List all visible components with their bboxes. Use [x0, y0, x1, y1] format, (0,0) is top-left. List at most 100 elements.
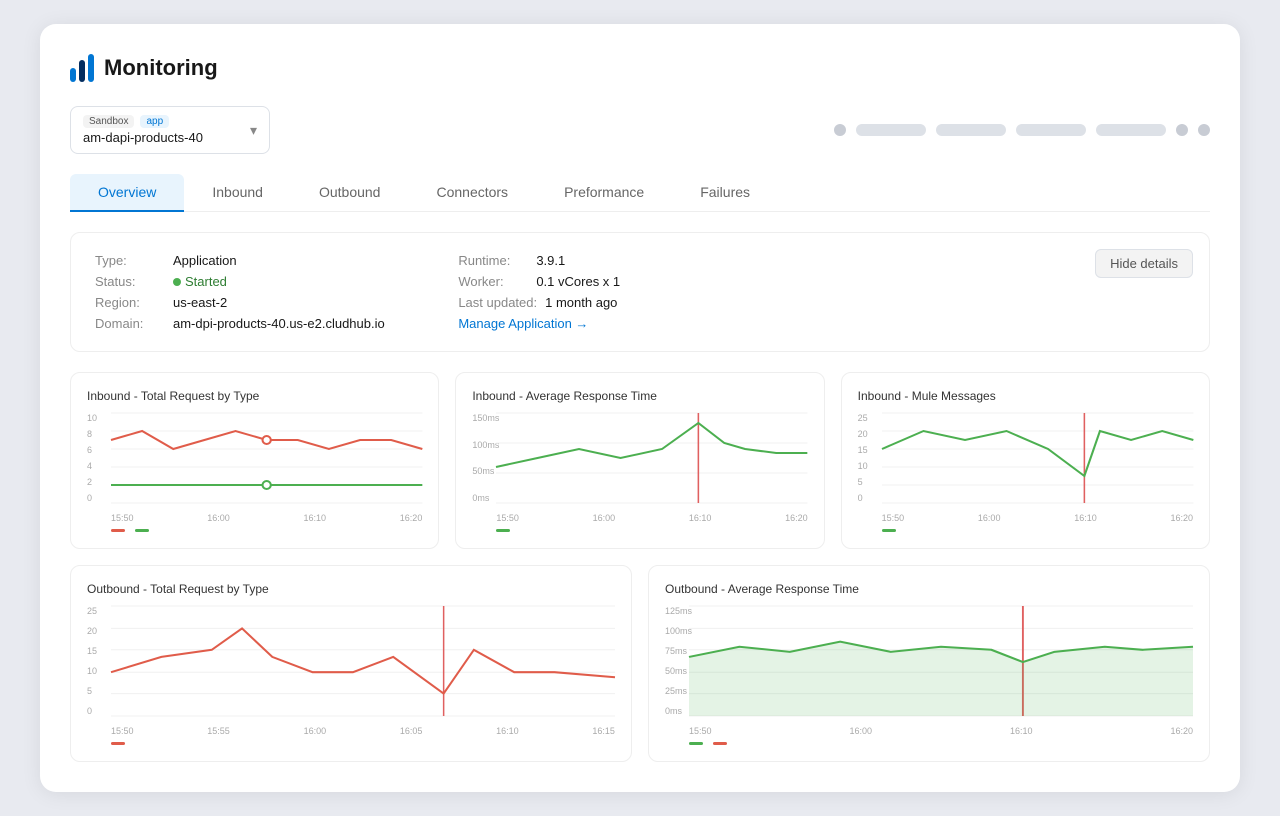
- app-selector-info: Sandbox app am-dapi-products-40: [83, 115, 203, 145]
- chart-inbound-mule-legend: [858, 529, 1193, 532]
- domain-row: Domain: am-dpi-products-40.us-e2.cludhub…: [95, 316, 458, 331]
- lastupdated-row: Last updated: 1 month ago: [458, 295, 821, 310]
- chart-outbound-total-title: Outbound - Total Request by Type: [87, 582, 615, 596]
- tab-inbound[interactable]: Inbound: [184, 174, 291, 212]
- details-card: Type: Application Status: Started Region…: [70, 232, 1210, 352]
- chart-outbound-avg-legend: [665, 742, 1193, 745]
- runtime-value: 3.9.1: [536, 253, 565, 268]
- chart-outbound-avg-y-labels: 125ms100ms75ms50ms25ms0ms: [665, 606, 689, 716]
- chart-inbound-avg-y-labels: 150ms100ms50ms0ms: [472, 413, 496, 503]
- worker-value: 0.1 vCores x 1: [536, 274, 620, 289]
- toolbar-indicator-dot-2: [1176, 124, 1188, 136]
- type-value: Application: [173, 253, 237, 268]
- legend-item-red3: [713, 742, 727, 745]
- sandbox-badge: Sandbox: [83, 115, 134, 128]
- toolbar-control-3: [1016, 124, 1086, 136]
- chart-inbound-avg-x-labels: 15:5016:0016:1016:20: [496, 513, 807, 523]
- chart-outbound-avg-title: Outbound - Average Response Time: [665, 582, 1193, 596]
- tab-overview[interactable]: Overview: [70, 174, 184, 212]
- legend-dot-green: [135, 529, 149, 532]
- region-label: Region:: [95, 295, 165, 310]
- manage-application-link[interactable]: Manage Application →: [458, 316, 588, 331]
- chart-outbound-total-area: 2520151050: [87, 606, 615, 736]
- legend-item-green2: [496, 529, 510, 532]
- tab-failures[interactable]: Failures: [672, 174, 778, 212]
- chart-inbound-mule: Inbound - Mule Messages 2520151050: [841, 372, 1210, 549]
- legend-item-green4: [689, 742, 703, 745]
- legend-item-green3: [882, 529, 896, 532]
- chart-inbound-mule-x-labels: 15:5016:0016:1016:20: [882, 513, 1193, 523]
- chart-inbound-total-title: Inbound - Total Request by Type: [87, 389, 422, 403]
- status-dot-icon: [173, 278, 181, 286]
- app-name-label: am-dapi-products-40: [83, 130, 203, 145]
- tab-bar: Overview Inbound Outbound Connectors Pre…: [70, 174, 1210, 212]
- domain-label: Domain:: [95, 316, 165, 331]
- app-header: Monitoring: [70, 54, 1210, 82]
- chart-outbound-avg: Outbound - Average Response Time 125ms10…: [648, 565, 1210, 762]
- legend-dot-green3: [882, 529, 896, 532]
- lastupdated-label: Last updated:: [458, 295, 537, 310]
- toolbar: Sandbox app am-dapi-products-40 ▾: [70, 106, 1210, 154]
- chart-inbound-mule-title: Inbound - Mule Messages: [858, 389, 1193, 403]
- legend-item-green: [135, 529, 149, 532]
- chevron-down-icon: ▾: [250, 122, 257, 139]
- toolbar-controls: [834, 124, 1210, 136]
- chart-outbound-total-x-labels: 15:5015:5516:0016:0516:1016:15: [111, 726, 615, 736]
- tab-outbound[interactable]: Outbound: [291, 174, 409, 212]
- app-selector-dropdown[interactable]: Sandbox app am-dapi-products-40 ▾: [70, 106, 270, 154]
- chart-inbound-total-svg: [111, 413, 422, 503]
- legend-item-red: [111, 529, 125, 532]
- charts-bottom-row: Outbound - Total Request by Type 2520151…: [70, 565, 1210, 762]
- runtime-label: Runtime:: [458, 253, 528, 268]
- charts-top-row: Inbound - Total Request by Type 1086420: [70, 372, 1210, 549]
- runtime-row: Runtime: 3.9.1: [458, 253, 821, 268]
- chart-outbound-avg-svg: [689, 606, 1193, 716]
- region-value: us-east-2: [173, 295, 227, 310]
- chart-outbound-avg-area: 125ms100ms75ms50ms25ms0ms: [665, 606, 1193, 736]
- legend-dot-red2: [111, 742, 125, 745]
- chart-inbound-mule-svg: [882, 413, 1193, 503]
- status-value: Started: [173, 274, 227, 289]
- chart-inbound-total-legend: [87, 529, 422, 532]
- hide-details-button[interactable]: Hide details: [1095, 249, 1193, 278]
- chart-inbound-mule-y-labels: 2520151050: [858, 413, 882, 503]
- chart-inbound-avg: Inbound - Average Response Time 150ms100…: [455, 372, 824, 549]
- lastupdated-value: 1 month ago: [545, 295, 617, 310]
- status-row: Status: Started: [95, 274, 458, 289]
- chart-inbound-avg-svg: [496, 413, 807, 503]
- chart-inbound-avg-legend: [472, 529, 807, 532]
- chart-outbound-total: Outbound - Total Request by Type 2520151…: [70, 565, 632, 762]
- app-selector-tags: Sandbox app: [83, 115, 203, 128]
- type-label: Type:: [95, 253, 165, 268]
- chart-outbound-avg-x-labels: 15:5016:0016:1016:20: [689, 726, 1193, 736]
- toolbar-control-2: [936, 124, 1006, 136]
- chart-inbound-total: Inbound - Total Request by Type 1086420: [70, 372, 439, 549]
- toolbar-indicator-dot-3: [1198, 124, 1210, 136]
- detail-section-left: Type: Application Status: Started Region…: [95, 253, 458, 331]
- toolbar-indicator-dot-1: [834, 124, 846, 136]
- toolbar-control-4: [1096, 124, 1166, 136]
- status-label: Status:: [95, 274, 165, 289]
- worker-row: Worker: 0.1 vCores x 1: [458, 274, 821, 289]
- legend-dot-red: [111, 529, 125, 532]
- logo-bar-2: [79, 60, 85, 82]
- logo-bar-3: [88, 54, 94, 82]
- chart-inbound-total-area: 1086420: [87, 413, 422, 523]
- region-row: Region: us-east-2: [95, 295, 458, 310]
- legend-dot-green2: [496, 529, 510, 532]
- app-badge: app: [140, 115, 169, 128]
- detail-section-mid: Runtime: 3.9.1 Worker: 0.1 vCores x 1 La…: [458, 253, 821, 331]
- toolbar-control-1: [856, 124, 926, 136]
- chart-inbound-mule-area: 2520151050: [858, 413, 1193, 523]
- legend-item-red2: [111, 742, 125, 745]
- chart-inbound-total-x-labels: 15:5016:0016:1016:20: [111, 513, 422, 523]
- tab-connectors[interactable]: Connectors: [408, 174, 536, 212]
- tab-performance[interactable]: Preformance: [536, 174, 672, 212]
- type-row: Type: Application: [95, 253, 458, 268]
- manage-row: Manage Application →: [458, 316, 821, 331]
- logo-icon: [70, 54, 94, 82]
- page-title: Monitoring: [104, 55, 218, 81]
- chart-outbound-total-legend: [87, 742, 615, 745]
- chart-outbound-total-svg: [111, 606, 615, 716]
- worker-label: Worker:: [458, 274, 528, 289]
